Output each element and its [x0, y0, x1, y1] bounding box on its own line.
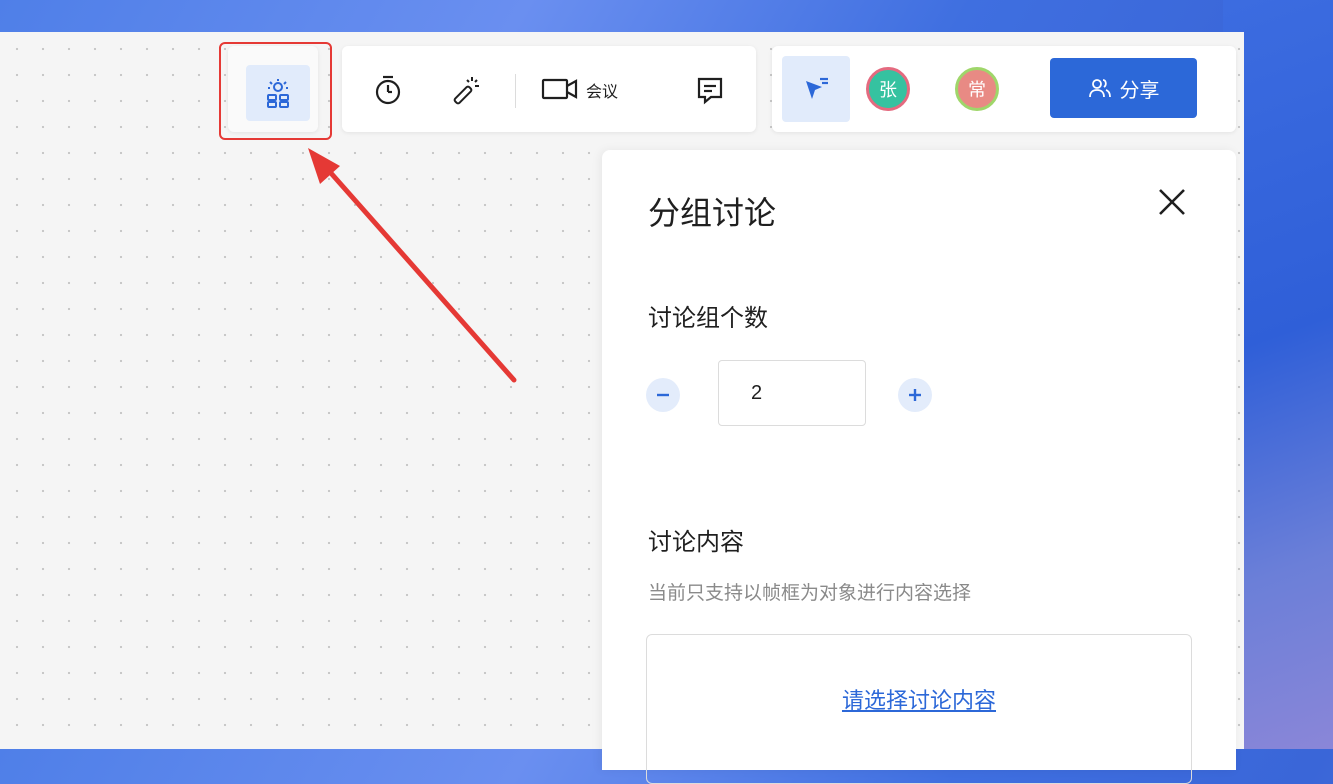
panel-title: 分组讨论 — [648, 195, 777, 231]
pointer-button[interactable] — [782, 56, 850, 122]
magic-wand-button[interactable] — [446, 70, 486, 110]
comment-button[interactable] — [690, 70, 730, 110]
comment-icon — [697, 77, 723, 105]
meeting-button[interactable]: 会议 — [540, 70, 618, 110]
timer-icon — [375, 75, 401, 105]
share-label: 分享 — [1119, 79, 1160, 102]
content-hint: 当前只支持以帧框为对象进行内容选择 — [648, 583, 972, 604]
timer-button[interactable] — [368, 70, 408, 110]
content-select-box[interactable]: 请选择讨论内容 — [646, 634, 1192, 784]
breakout-discussion-panel: 分组讨论 讨论组个数 讨论内容 当前只支持以帧框为对象进行内容选择 请选择讨论内… — [602, 150, 1236, 784]
avatar[interactable]: 常 — [955, 67, 999, 111]
meeting-label: 会议 — [586, 84, 619, 101]
avatar-initial: 张 — [879, 80, 897, 100]
select-content-link[interactable]: 请选择讨论内容 — [647, 683, 1191, 715]
plus-icon — [909, 389, 921, 401]
share-users-icon — [1088, 79, 1111, 98]
group-count-label: 讨论组个数 — [648, 305, 768, 332]
avatar-initial: 常 — [968, 80, 986, 100]
avatar[interactable]: 张 — [866, 67, 910, 111]
decrement-button[interactable] — [646, 378, 680, 412]
close-button[interactable] — [1152, 182, 1192, 222]
toolbar-divider — [515, 74, 516, 108]
discussion-content-label: 讨论内容 — [648, 529, 744, 556]
highlight-frame — [219, 42, 332, 140]
video-camera-icon — [541, 78, 578, 100]
close-icon — [1159, 189, 1185, 215]
magic-wand-icon — [453, 77, 479, 105]
pointer-icon — [806, 77, 828, 99]
minus-icon — [657, 393, 669, 397]
group-count-input[interactable] — [718, 360, 866, 426]
share-button[interactable]: 分享 — [1050, 58, 1197, 118]
increment-button[interactable] — [898, 378, 932, 412]
